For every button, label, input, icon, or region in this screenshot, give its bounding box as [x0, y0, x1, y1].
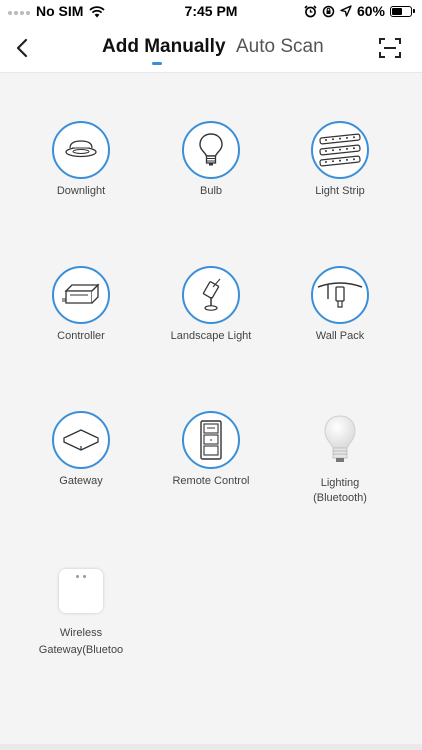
wall-pack-icon [311, 266, 369, 324]
device-label: Wall Pack [315, 330, 365, 342]
alarm-icon [304, 4, 317, 17]
downlight-icon [52, 121, 110, 179]
gateway-icon [52, 411, 110, 469]
device-label: Light Strip [315, 185, 365, 197]
device-landscape-light[interactable]: Landscape Light [141, 266, 281, 345]
bluetooth-bulb-icon [310, 411, 370, 471]
device-remote-control[interactable]: Remote Control [141, 411, 281, 490]
device-wall-pack[interactable]: Wall Pack [270, 266, 410, 345]
device-label: Controller [57, 330, 105, 342]
status-right: 60% [304, 3, 415, 19]
device-label: Downlight [56, 185, 106, 197]
device-label: Wireless Gateway(Bluetoo [38, 627, 124, 656]
back-button[interactable] [12, 36, 34, 60]
device-label: Remote Control [172, 475, 250, 487]
battery-icon [390, 5, 415, 17]
controller-icon [52, 266, 110, 324]
orientation-lock-icon [322, 5, 335, 17]
bulb-icon [182, 121, 240, 179]
scan-frame-icon[interactable] [378, 37, 402, 59]
device-label: Gateway [59, 475, 103, 487]
device-light-strip[interactable]: Light Strip [270, 121, 410, 200]
tab-add-manually[interactable]: Add Manually [102, 36, 226, 58]
bottom-bar [0, 744, 422, 750]
device-lighting-bluetooth[interactable]: Lighting (Bluetooth) [270, 411, 410, 507]
device-label: Bulb [199, 185, 223, 197]
device-bulb[interactable]: Bulb [141, 121, 281, 200]
light-strip-icon [311, 121, 369, 179]
device-gateway[interactable]: Gateway [11, 411, 151, 490]
remote-control-icon [182, 411, 240, 469]
landscape-light-icon [182, 266, 240, 324]
device-sublabel: (Bluetooth) [313, 492, 367, 504]
wireless-gateway-icon [51, 561, 111, 621]
tab-auto-scan[interactable]: Auto Scan [236, 36, 324, 58]
selected-tab-indicator [152, 62, 162, 65]
device-wireless-gateway[interactable]: Wireless Gateway(Bluetoo [11, 561, 151, 659]
battery-fill [392, 7, 403, 15]
device-controller[interactable]: Controller [11, 266, 151, 345]
device-downlight[interactable]: Downlight [11, 121, 151, 200]
nav-bar: Add Manually Auto Scan [0, 24, 422, 73]
device-label: Landscape Light [170, 330, 252, 342]
location-icon [340, 5, 352, 17]
battery-percent: 60% [356, 3, 385, 19]
status-bar: No SIM 7:45 PM 60% [0, 0, 422, 24]
